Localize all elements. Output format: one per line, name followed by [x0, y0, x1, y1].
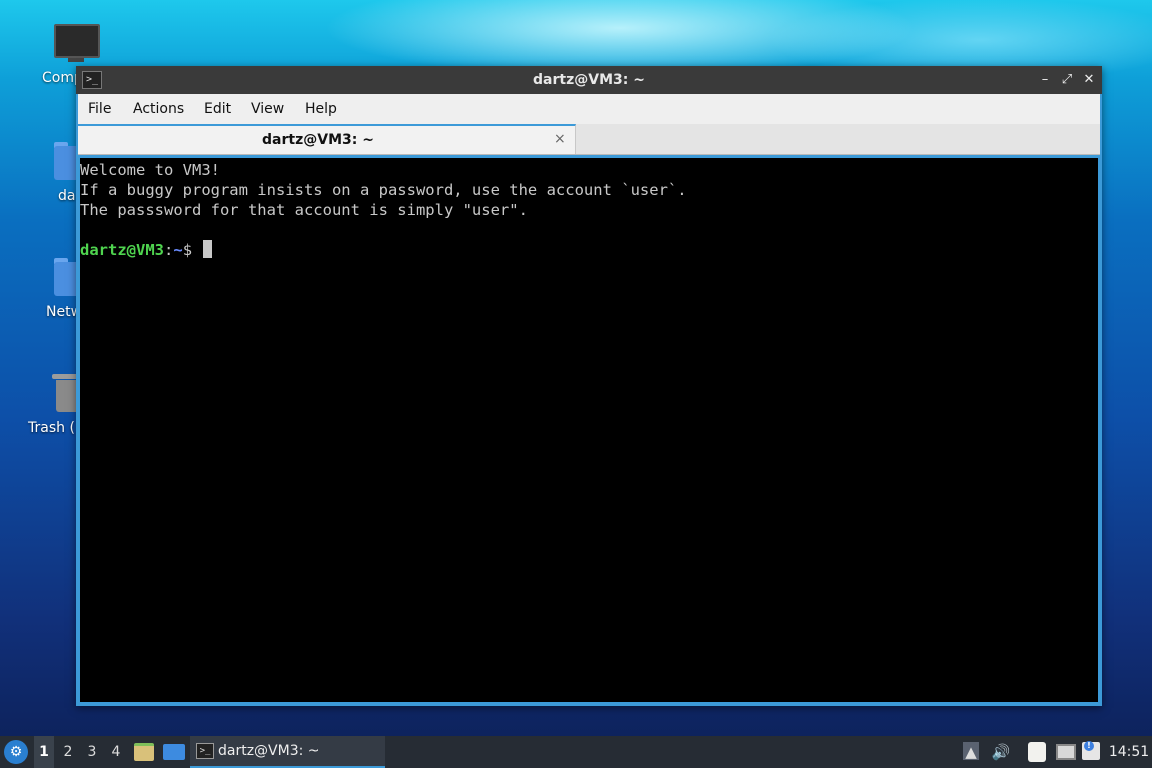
- terminal-output[interactable]: Welcome to VM3! If a buggy program insis…: [80, 158, 1098, 702]
- minimize-button[interactable]: –: [1036, 70, 1054, 90]
- show-desktop-icon[interactable]: [163, 744, 185, 760]
- workspace-2[interactable]: 2: [58, 736, 78, 768]
- terminal-line: If a buggy program insists on a password…: [80, 181, 687, 199]
- taskbar-task-terminal[interactable]: >_ dartz@VM3: ~: [190, 736, 385, 768]
- file-manager-icon[interactable]: [134, 743, 154, 761]
- computer-icon: [54, 24, 100, 58]
- menu-actions[interactable]: Actions: [133, 94, 184, 124]
- tab-bar: dartz@VM3: ~ ×: [78, 124, 1100, 155]
- update-badge: !: [1084, 741, 1094, 751]
- prompt-path: ~: [173, 241, 183, 259]
- tab-terminal[interactable]: dartz@VM3: ~ ×: [78, 124, 576, 154]
- volume-icon[interactable]: 🔊: [990, 736, 1012, 768]
- menu-help[interactable]: Help: [305, 94, 337, 124]
- workspace-4[interactable]: 4: [106, 736, 126, 768]
- network-icon[interactable]: [1056, 744, 1076, 760]
- menu-file[interactable]: File: [88, 94, 111, 124]
- tab-close-icon[interactable]: ×: [554, 126, 566, 152]
- tab-label: dartz@VM3: ~: [262, 132, 374, 148]
- clipboard-icon[interactable]: [1028, 742, 1046, 762]
- prompt-symbol: $: [182, 241, 202, 259]
- menu-bar: File Actions Edit View Help: [78, 94, 1100, 124]
- clock[interactable]: 14:51: [1108, 736, 1150, 768]
- prompt-separator: :: [164, 241, 174, 259]
- menu-edit[interactable]: Edit: [204, 94, 231, 124]
- close-button[interactable]: ✕: [1080, 70, 1098, 90]
- menu-view[interactable]: View: [251, 94, 284, 124]
- workspace-1[interactable]: 1: [34, 736, 54, 768]
- terminal-window[interactable]: >_ dartz@VM3: ~ – ⤢ ✕ File Actions Edit …: [76, 66, 1102, 706]
- window-title: dartz@VM3: ~: [533, 72, 645, 88]
- task-label: dartz@VM3: ~: [218, 743, 320, 759]
- prompt-user-host: dartz@VM3: [80, 241, 164, 259]
- terminal-line: Welcome to VM3!: [80, 161, 220, 179]
- tray-expand-icon[interactable]: ▲: [962, 736, 980, 768]
- taskbar: ⚙ 1 2 3 4 >_ dartz@VM3: ~ ▲ 🔊 ! 14:51: [0, 736, 1152, 768]
- text-cursor: [203, 240, 213, 258]
- terminal-icon: >_: [196, 743, 214, 759]
- workspace-3[interactable]: 3: [82, 736, 102, 768]
- start-menu-icon[interactable]: ⚙: [4, 740, 28, 764]
- title-bar[interactable]: >_ dartz@VM3: ~ – ⤢ ✕: [76, 66, 1102, 94]
- maximize-button[interactable]: ⤢: [1058, 70, 1076, 90]
- terminal-line: The passsword for that account is simply…: [80, 201, 528, 219]
- terminal-prompt[interactable]: dartz@VM3:~$: [80, 240, 213, 260]
